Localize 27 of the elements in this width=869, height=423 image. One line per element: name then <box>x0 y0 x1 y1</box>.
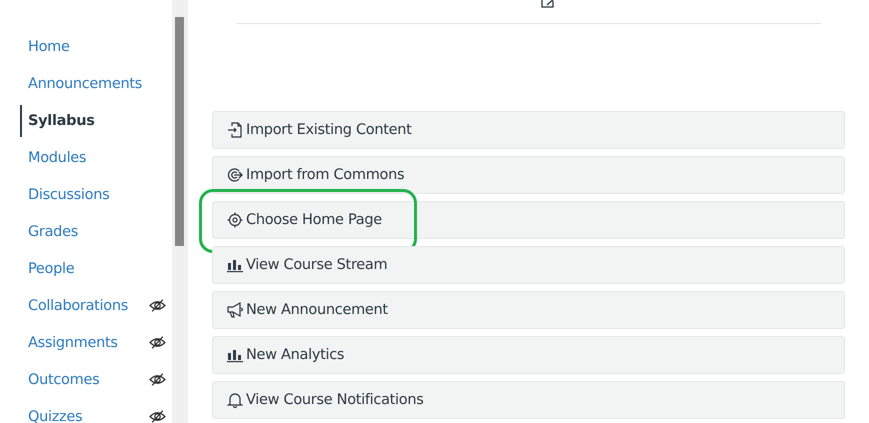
nav-link[interactable]: Assignments <box>20 326 118 358</box>
commons-icon <box>227 167 243 183</box>
action-button[interactable]: New Analytics <box>212 336 845 374</box>
import-icon <box>227 122 243 138</box>
nav-link[interactable]: Quizzes <box>20 400 82 423</box>
nav-link[interactable]: Outcomes <box>20 364 100 396</box>
nav-link[interactable]: Home <box>20 30 70 62</box>
bell-icon <box>227 392 243 408</box>
target-icon <box>227 212 243 228</box>
nav-link[interactable]: People <box>20 252 74 284</box>
action-button[interactable]: Choose Home Page <box>212 201 845 239</box>
action-button[interactable]: View Course Stream <box>212 246 845 284</box>
nav-link[interactable]: Collaborations <box>20 290 128 322</box>
bar-chart-icon <box>227 257 243 273</box>
action-button[interactable]: Import from Commons <box>212 156 845 194</box>
nav-link[interactable]: Grades <box>20 216 78 248</box>
action-button[interactable]: New Announcement <box>212 291 845 329</box>
nav-link[interactable]: Announcements <box>20 68 142 100</box>
nav-link[interactable]: Discussions <box>20 178 110 210</box>
action-button[interactable]: View Course Notifications <box>212 381 845 419</box>
nav-link[interactable]: Modules <box>20 142 86 174</box>
scrollbar-thumb[interactable] <box>175 17 184 246</box>
bar-chart-icon <box>227 347 243 363</box>
megaphone-icon <box>227 302 243 318</box>
action-button[interactable]: Import Existing Content <box>212 111 845 149</box>
edit-icon <box>540 0 556 8</box>
nav-link[interactable]: Syllabus <box>20 104 95 136</box>
